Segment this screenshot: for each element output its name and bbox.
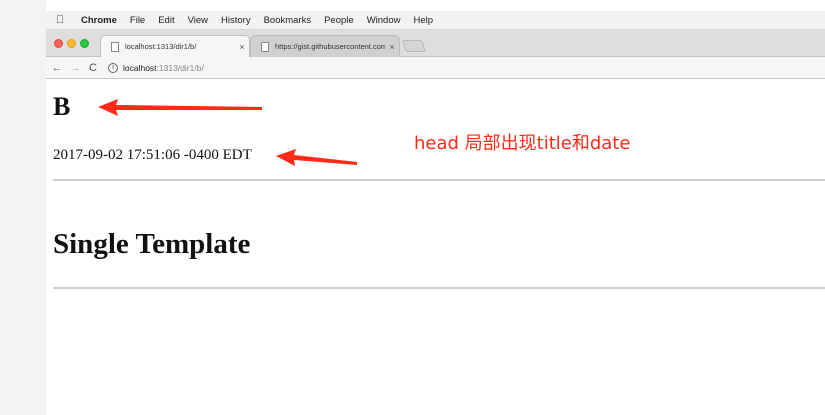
arrow-to-date [276,149,357,166]
annotation-arrows [98,99,357,166]
arrow-to-title [98,99,262,116]
annotation-note: head 局部出现title和date [414,133,631,154]
